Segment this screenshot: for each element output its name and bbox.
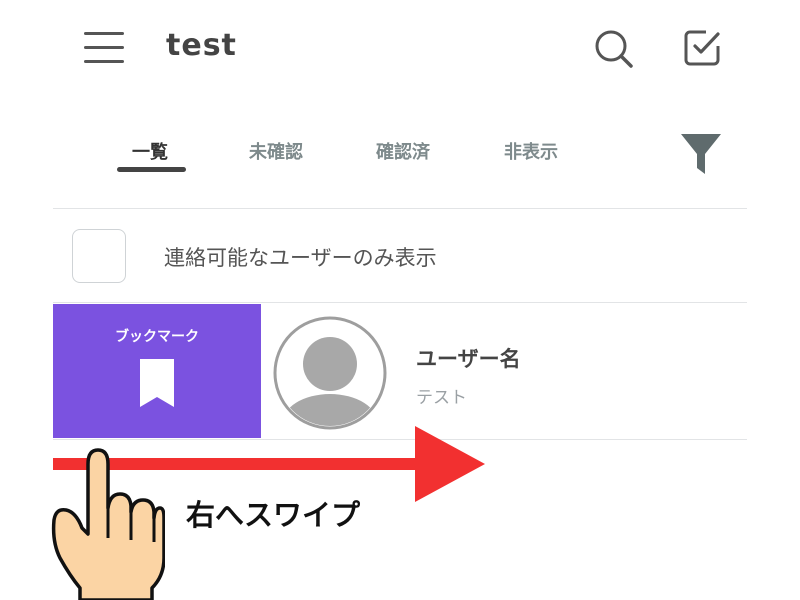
bookmark-label: ブックマーク — [115, 329, 199, 345]
contact-only-checkbox[interactable] — [72, 229, 126, 283]
tab-active-indicator — [117, 167, 186, 172]
user-name: ユーザー名 — [416, 347, 521, 371]
tab-hidden[interactable]: 非表示 — [504, 138, 558, 164]
divider — [53, 208, 747, 209]
contact-only-label: 連絡可能なユーザーのみ表示 — [164, 246, 437, 270]
pointing-hand-icon — [51, 448, 165, 600]
bookmark-icon — [140, 359, 174, 407]
app-title: test — [166, 28, 237, 63]
filter-icon[interactable] — [680, 132, 722, 176]
check-square-icon[interactable] — [682, 28, 722, 68]
user-subtitle: テスト — [416, 388, 467, 408]
divider — [53, 302, 747, 303]
swipe-instruction: 右へスワイプ — [186, 498, 361, 532]
avatar — [273, 316, 387, 430]
tab-all[interactable]: 一覧 — [132, 138, 168, 164]
search-icon[interactable] — [593, 28, 635, 70]
tab-unconfirmed[interactable]: 未確認 — [249, 138, 303, 164]
menu-icon[interactable] — [84, 30, 124, 66]
tab-confirmed[interactable]: 確認済 — [376, 138, 430, 164]
bookmark-swipe-button[interactable]: ブックマーク — [53, 304, 261, 438]
